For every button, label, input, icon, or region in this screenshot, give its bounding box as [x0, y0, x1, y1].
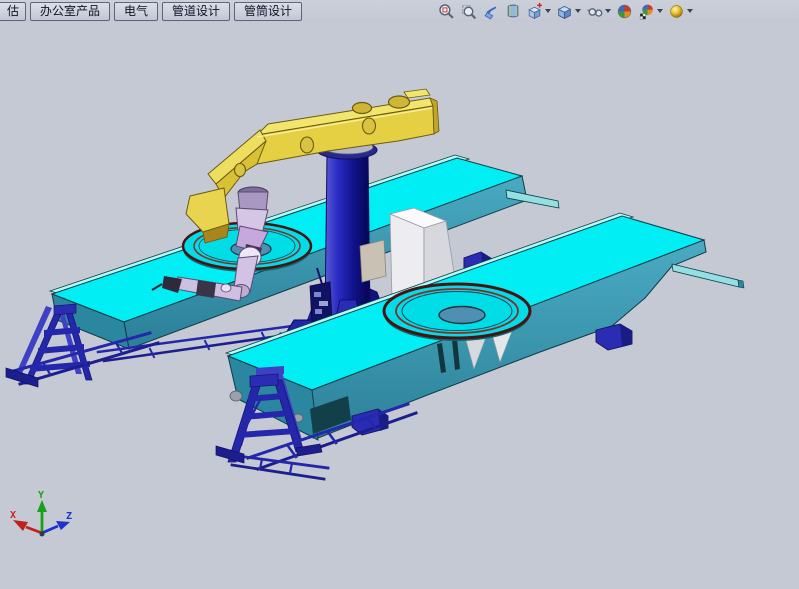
- tab-electrical[interactable]: 电气: [114, 2, 158, 21]
- display-style-icon[interactable]: [554, 0, 583, 22]
- rotary-ring-front[interactable]: [384, 284, 530, 341]
- tab-evaluate-partial[interactable]: 估: [0, 2, 26, 21]
- boom-hole: [301, 137, 314, 153]
- apply-scene-icon[interactable]: [636, 0, 665, 22]
- tab-piping-design[interactable]: 管道设计: [162, 2, 230, 21]
- chevron-down-icon[interactable]: [605, 9, 611, 13]
- boom-hole: [235, 164, 246, 177]
- boom-hole: [353, 103, 372, 114]
- triad-x-label: X: [10, 510, 16, 521]
- command-tabs: 估 办公室产品 电气 管道设计 管筒设计: [0, 1, 306, 21]
- zoom-to-fit-icon[interactable]: [436, 0, 457, 22]
- chevron-down-icon[interactable]: [657, 9, 663, 13]
- edit-appearance-icon[interactable]: [614, 0, 635, 22]
- previous-view-icon[interactable]: [480, 0, 501, 22]
- tab-office-products[interactable]: 办公室产品: [30, 2, 110, 21]
- chevron-down-icon[interactable]: [687, 9, 693, 13]
- chevron-down-icon[interactable]: [545, 9, 551, 13]
- command-manager-bar: 估 办公室产品 电气 管道设计 管筒设计: [0, 0, 799, 23]
- triad-z-label: Z: [66, 511, 72, 522]
- tab-tube-design[interactable]: 管筒设计: [234, 2, 302, 21]
- triad-y-label: Y: [38, 490, 44, 501]
- boom-hole: [389, 96, 410, 108]
- heads-up-view-toolbar: [436, 1, 695, 21]
- hide-show-items-icon[interactable]: [584, 0, 613, 22]
- orientation-triad: X Y Z: [10, 490, 72, 537]
- graphics-viewport[interactable]: X Y Z: [0, 22, 799, 589]
- view-settings-icon[interactable]: [666, 0, 695, 22]
- ring-center-hole[interactable]: [439, 307, 485, 324]
- view-orientation-icon[interactable]: [524, 0, 553, 22]
- section-view-icon[interactable]: [502, 0, 523, 22]
- chevron-down-icon[interactable]: [575, 9, 581, 13]
- zoom-to-area-icon[interactable]: [458, 0, 479, 22]
- boom-hole: [363, 118, 376, 134]
